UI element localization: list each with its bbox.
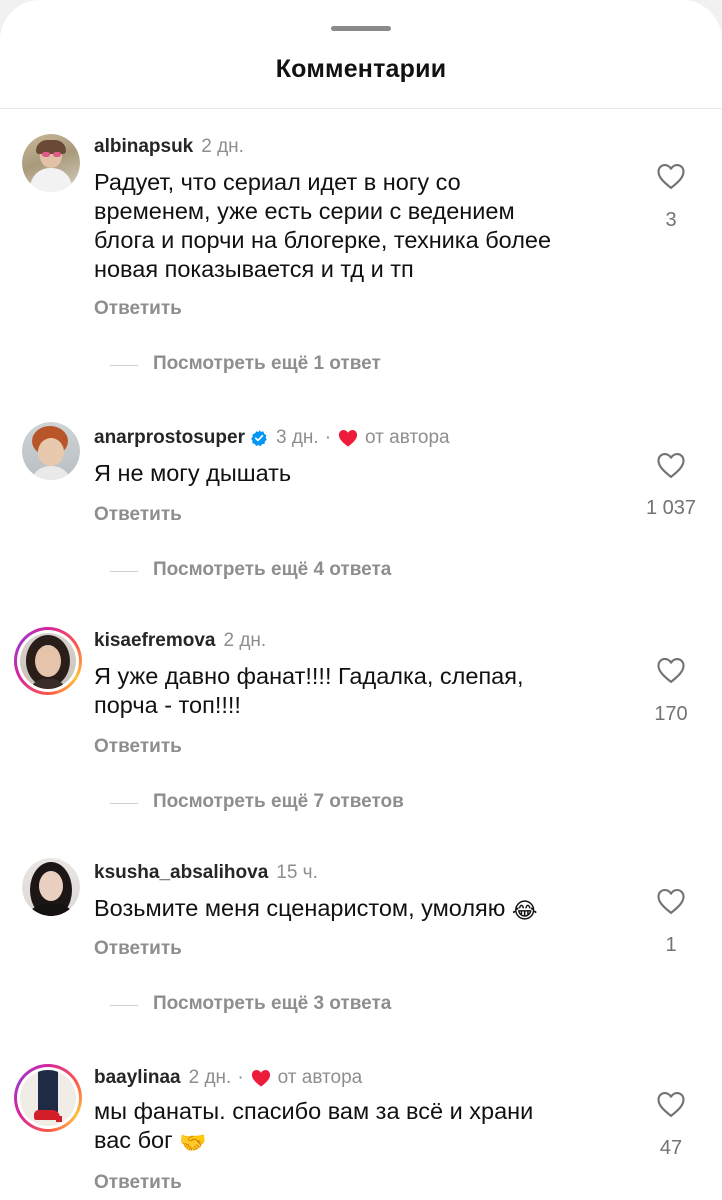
comment-text: мы фанаты. спасибо вам за всё и храни ва… — [94, 1097, 624, 1157]
more-replies-line — [110, 365, 138, 366]
heart-filled-icon — [251, 1070, 270, 1087]
comment-line: блога и порчи на блогерке, техника более — [94, 227, 552, 253]
comments-sheet: Комментарии albinapsuk 2 дн. Радует, что… — [0, 0, 722, 1200]
more-replies-line — [110, 571, 138, 572]
heart-outline-icon[interactable] — [656, 656, 686, 684]
username[interactable]: anarprostosuper — [94, 427, 245, 449]
view-more-replies[interactable]: Посмотреть ещё 7 ответов — [0, 791, 722, 815]
comment-line: Я уже давно фанат!!!! Гадалка, слепая, — [94, 663, 524, 689]
like-count: 170 — [654, 703, 688, 725]
avatar[interactable] — [22, 422, 80, 480]
comment-meta: ksusha_absalihova 15 ч. — [94, 862, 318, 884]
comment-meta: albinapsuk 2 дн. — [94, 136, 244, 158]
comment-line: Радует, что сериал идет в ногу со — [94, 169, 461, 195]
comment-line: временем, уже есть серии с ведением — [94, 198, 515, 224]
comment-time: 3 дн. — [275, 427, 319, 448]
sheet-grabber[interactable] — [331, 26, 391, 31]
comment-text: Я не могу дышать — [94, 459, 624, 488]
comment-line: новая показывается и тд и тп — [94, 256, 414, 282]
more-replies-label[interactable]: Посмотреть ещё 1 ответ — [153, 353, 381, 375]
heart-filled-icon — [338, 430, 358, 447]
reply-button[interactable]: Ответить — [94, 298, 182, 320]
liked-by-author-label: от автора — [365, 427, 450, 448]
reply-button[interactable]: Ответить — [94, 938, 182, 960]
comment-line: порча - топ!!!! — [94, 692, 241, 718]
page-title: Комментарии — [275, 55, 447, 83]
laughing-emoji-icon: 😂 — [511, 898, 538, 923]
like-count: 1 — [665, 934, 677, 956]
more-replies-label[interactable]: Посмотреть ещё 3 ответа — [153, 993, 391, 1015]
view-more-replies[interactable]: Посмотреть ещё 3 ответа — [0, 993, 722, 1017]
like-count: 47 — [659, 1137, 683, 1159]
view-more-replies[interactable]: Посмотреть ещё 4 ответа — [0, 559, 722, 583]
more-replies-line — [110, 1005, 138, 1006]
heart-outline-icon[interactable] — [656, 162, 686, 190]
comment-text: Возьмите меня сценаристом, умоляю 😂 — [94, 894, 624, 925]
comment-time: 15 ч. — [276, 862, 318, 883]
username[interactable]: ksusha_absalihova — [94, 862, 268, 884]
view-more-replies[interactable]: Посмотреть ещё 1 ответ — [0, 353, 722, 377]
like-count: 1 037 — [645, 497, 697, 519]
more-replies-line — [110, 803, 138, 804]
reply-button[interactable]: Ответить — [94, 504, 182, 526]
comment-time: 2 дн. — [201, 136, 244, 157]
header-divider — [0, 108, 722, 109]
username[interactable]: kisaefremova — [94, 630, 215, 652]
heart-outline-icon[interactable] — [656, 887, 686, 915]
reply-button[interactable]: Ответить — [94, 1172, 182, 1194]
avatar[interactable] — [14, 1064, 82, 1132]
comment-text: Я уже давно фанат!!!! Гадалка, слепая, п… — [94, 662, 624, 720]
reply-button[interactable]: Ответить — [94, 736, 182, 758]
avatar[interactable] — [14, 627, 82, 695]
comment-time: 2 дн. — [223, 630, 267, 651]
comment-line: мы фанаты. спасибо вам за всё и храни — [94, 1098, 534, 1124]
comment-time: 2 дн. — [188, 1067, 232, 1088]
heart-outline-icon[interactable] — [656, 451, 686, 479]
comment-line: Я не могу дышать — [94, 460, 292, 486]
username[interactable]: albinapsuk — [94, 136, 193, 158]
comment-text: Радует, что сериал идет в ногу со времен… — [94, 168, 624, 284]
username[interactable]: baaylinaa — [94, 1067, 181, 1089]
liked-by-author-label: от автора — [277, 1067, 363, 1088]
verified-badge-icon — [251, 430, 267, 447]
comment-meta: baaylinaa 2 дн. · от автора — [94, 1067, 362, 1089]
more-replies-label[interactable]: Посмотреть ещё 7 ответов — [153, 791, 404, 813]
avatar[interactable] — [22, 858, 80, 916]
handshake-emoji-icon: 🤝 — [179, 1130, 207, 1155]
comment-line: вас бог 🤝 — [94, 1127, 207, 1155]
comment-meta: kisaefremova 2 дн. — [94, 630, 266, 652]
avatar[interactable] — [22, 134, 80, 192]
comment-line: Возьмите меня сценаристом, умоляю — [94, 895, 506, 921]
more-replies-label[interactable]: Посмотреть ещё 4 ответа — [153, 559, 391, 581]
comment-meta: anarprostosuper 3 дн. · от автора — [94, 427, 450, 449]
separator-dot: · — [324, 427, 332, 448]
separator-dot: · — [237, 1067, 244, 1088]
like-count: 3 — [665, 209, 677, 231]
heart-outline-icon[interactable] — [656, 1090, 686, 1118]
